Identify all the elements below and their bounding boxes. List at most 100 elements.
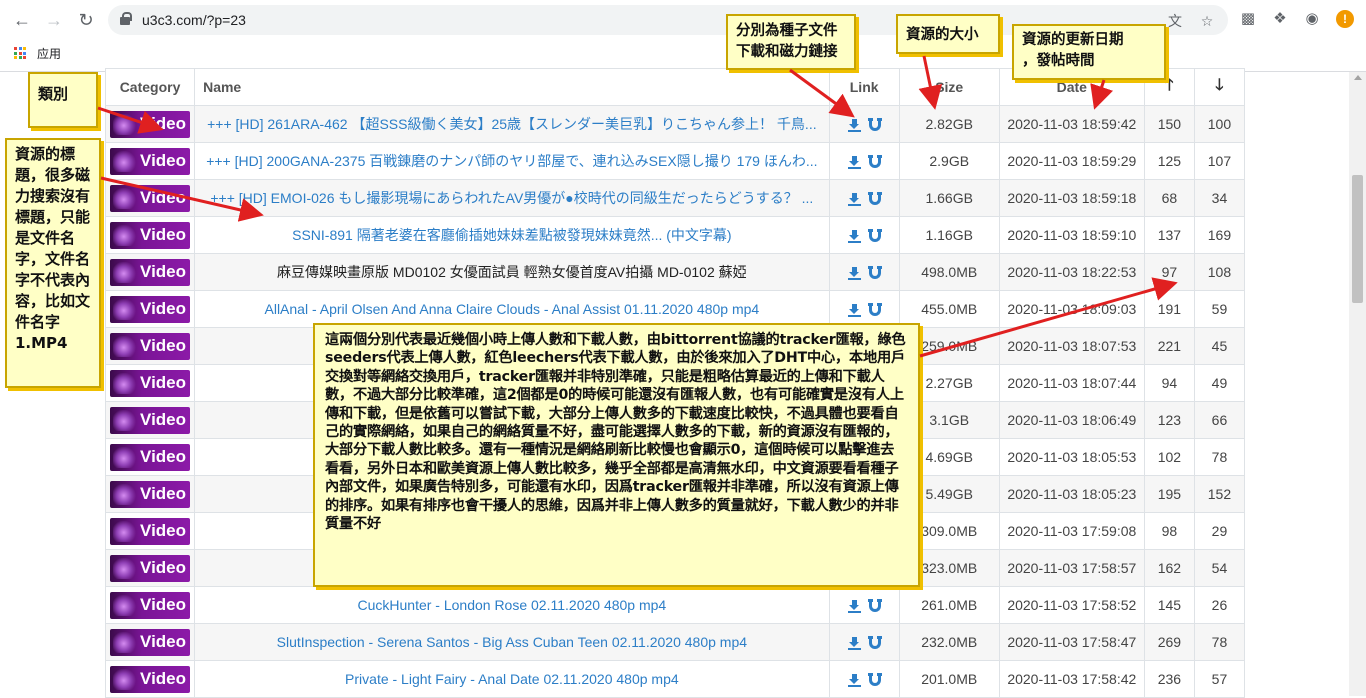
scroll-thumb[interactable] (1352, 175, 1363, 303)
category-label: Video (140, 372, 187, 392)
leechers-cell: 107 (1193, 142, 1246, 180)
magnet-link-icon[interactable] (867, 118, 882, 132)
url-text[interactable]: u3c3.com/?p=23 (142, 12, 246, 28)
video-category-badge[interactable]: Video (110, 221, 191, 249)
video-category-badge[interactable]: Video (110, 591, 191, 619)
extension-icon[interactable]: ▩ (1238, 9, 1258, 29)
reload-icon[interactable]: ↻ (74, 8, 98, 32)
link-cell (828, 253, 900, 291)
video-category-badge[interactable]: Video (110, 443, 191, 471)
video-category-badge[interactable]: Video (110, 480, 191, 508)
update-alert-icon[interactable]: ! (1336, 10, 1354, 28)
video-category-badge[interactable]: Video (110, 147, 191, 175)
date-cell: 2020-11-03 18:59:42 (998, 105, 1145, 143)
torrent-download-icon[interactable] (847, 266, 861, 280)
torrent-download-icon[interactable] (847, 192, 861, 206)
seeders-cell: 221 (1143, 327, 1195, 365)
magnet-link-icon[interactable] (867, 155, 882, 169)
torrent-download-icon[interactable] (847, 155, 861, 169)
name-cell: SSNI-891 隔著老婆在客廳偷插她妹妹差點被發現妹妹竟然... (中文字幕) (194, 216, 830, 254)
header-category[interactable]: Category (104, 68, 196, 106)
torrent-download-icon[interactable] (847, 303, 861, 317)
torrent-download-icon[interactable] (847, 673, 861, 687)
category-label: Video (140, 298, 187, 318)
video-category-badge[interactable]: Video (110, 369, 191, 397)
category-thumbnail-icon (113, 631, 138, 653)
torrent-download-icon[interactable] (847, 636, 861, 650)
header-name[interactable]: Name (194, 68, 830, 106)
category-thumbnail-icon (113, 668, 138, 690)
magnet-link-icon[interactable] (867, 303, 882, 317)
apps-grid-icon[interactable] (14, 47, 26, 59)
category-thumbnail-icon (113, 113, 138, 135)
table-row: Video CuckHunter - London Rose 02.11.2020… (104, 586, 1246, 624)
torrent-download-icon[interactable] (847, 229, 861, 243)
leechers-cell: 26 (1193, 586, 1246, 624)
magnet-link-icon[interactable] (867, 673, 882, 687)
page-scrollbar[interactable] (1349, 72, 1366, 696)
date-cell: 2020-11-03 18:06:49 (998, 401, 1145, 439)
magnet-link-icon[interactable] (867, 192, 882, 206)
date-cell: 2020-11-03 18:59:10 (998, 216, 1145, 254)
leechers-cell: 152 (1193, 475, 1246, 513)
video-category-badge[interactable]: Video (110, 406, 191, 434)
table-row: Video 麻豆傳媒映畫原版 MD0102 女優面試員 輕熟女優首度AV拍攝 MD… (104, 253, 1246, 291)
scroll-up-arrow-icon[interactable] (1354, 75, 1362, 80)
translate-icon[interactable]: 文 (1166, 13, 1184, 29)
category-label: Video (140, 261, 187, 281)
name-cell: SlutInspection - Serena Santos - Big Ass… (194, 623, 830, 661)
torrent-title-link[interactable]: CuckHunter - London Rose 02.11.2020 480p… (203, 597, 821, 613)
bookmark-star-icon[interactable]: ☆ (1198, 13, 1216, 29)
video-category-badge[interactable]: Video (110, 295, 191, 323)
date-cell: 2020-11-03 17:58:42 (998, 660, 1145, 698)
category-label: Video (140, 113, 187, 133)
seeders-cell: 145 (1143, 586, 1195, 624)
profile-avatar-icon[interactable]: ◉ (1302, 9, 1322, 29)
magnet-link-icon[interactable] (867, 636, 882, 650)
torrent-title-link[interactable]: +++ [HD] EMOI-026 もし撮影現場にあらわれたAV男優が●校時代の… (203, 188, 821, 208)
category-thumbnail-icon (113, 557, 138, 579)
torrent-title-link[interactable]: AllAnal - April Olsen And Anna Claire Cl… (203, 301, 821, 317)
name-cell: AllAnal - April Olsen And Anna Claire Cl… (194, 290, 830, 328)
video-category-badge[interactable]: Video (110, 258, 191, 286)
video-category-badge[interactable]: Video (110, 554, 191, 582)
category-cell: Video (104, 327, 196, 365)
torrent-download-icon[interactable] (847, 599, 861, 613)
forward-arrow-icon[interactable]: → (42, 8, 66, 32)
torrent-title-link[interactable]: SlutInspection - Serena Santos - Big Ass… (203, 634, 821, 650)
back-arrow-icon[interactable]: ← (10, 8, 34, 32)
apps-bookmark-label[interactable]: 应用 (37, 45, 61, 62)
category-label: Video (140, 520, 187, 540)
video-category-badge[interactable]: Video (110, 665, 191, 693)
video-category-badge[interactable]: Video (110, 517, 191, 545)
torrent-title-link[interactable]: Private - Light Fairy - Anal Date 02.11.… (203, 671, 821, 687)
table-row: Video SlutInspection - Serena Santos - Bi… (104, 623, 1246, 661)
category-cell: Video (104, 475, 196, 513)
torrent-title-link[interactable]: +++ [HD] 200GANA-2375 百戦錬磨のナンパ師のヤリ部屋で、連れ… (203, 151, 821, 171)
leechers-cell: 108 (1193, 253, 1246, 291)
size-cell: 498.0MB (898, 253, 1000, 291)
seeders-cell: 125 (1143, 142, 1195, 180)
torrent-title-link[interactable]: SSNI-891 隔著老婆在客廳偷插她妹妹差點被發現妹妹竟然... (中文字幕) (203, 225, 821, 245)
category-label: Video (140, 594, 187, 614)
leechers-cell: 78 (1193, 438, 1246, 476)
puzzle-extensions-icon[interactable]: ❖ (1270, 9, 1290, 29)
torrent-title-link[interactable]: +++ [HD] 261ARA-462 【超SSS級働く美女】25歳【スレンダー… (203, 114, 821, 134)
torrent-title-link[interactable]: 麻豆傳媒映畫原版 MD0102 女優面試員 輕熟女優首度AV拍攝 MD-0102… (203, 262, 821, 282)
magnet-link-icon[interactable] (867, 266, 882, 280)
torrent-download-icon[interactable] (847, 118, 861, 132)
date-cell: 2020-11-03 18:05:23 (998, 475, 1145, 513)
category-cell: Video (104, 512, 196, 550)
video-category-badge[interactable]: Video (110, 332, 191, 360)
date-cell: 2020-11-03 18:07:44 (998, 364, 1145, 402)
video-category-badge[interactable]: Video (110, 110, 191, 138)
name-cell: Private - Light Fairy - Anal Date 02.11.… (194, 660, 830, 698)
video-category-badge[interactable]: Video (110, 628, 191, 656)
magnet-link-icon[interactable] (867, 229, 882, 243)
header-leechers-down-arrow-icon[interactable]: 🡓 (1193, 68, 1246, 106)
date-cell: 2020-11-03 18:22:53 (998, 253, 1145, 291)
video-category-badge[interactable]: Video (110, 184, 191, 212)
header-size[interactable]: Size (898, 68, 1000, 106)
annotation-link: 分別為種子文件 下載和磁力鏈接 (726, 14, 856, 70)
magnet-link-icon[interactable] (867, 599, 882, 613)
